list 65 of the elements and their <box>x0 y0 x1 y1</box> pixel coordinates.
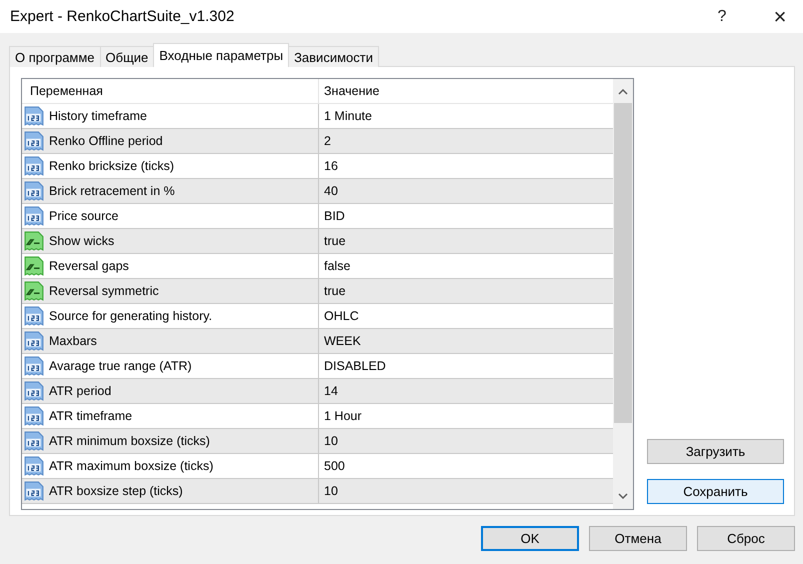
parameter-name: Maxbars <box>49 334 97 348</box>
tab[interactable]: О программе <box>9 46 101 67</box>
parameter-name: Price source <box>49 209 118 223</box>
parameter-name: ATR minimum boxsize (ticks) <box>49 434 210 448</box>
parameter-name: Avarage true range (ATR) <box>49 359 192 373</box>
side-button[interactable]: Сохранить <box>647 479 784 504</box>
parameter-value: 1 Minute <box>324 109 372 123</box>
parameter-value: DISABLED <box>324 359 386 373</box>
parameter-value: true <box>324 284 346 298</box>
column-header: Переменная <box>29 84 104 98</box>
parameter-value: 10 <box>324 484 338 498</box>
parameter-name: Reversal gaps <box>49 259 129 273</box>
parameter-value: 500 <box>324 459 345 473</box>
parameter-value: 40 <box>324 184 338 198</box>
number-type-icon <box>24 481 44 501</box>
number-type-icon <box>24 456 44 476</box>
parameter-value: OHLC <box>324 309 359 323</box>
number-type-icon <box>24 331 44 351</box>
parameter-value: 10 <box>324 434 338 448</box>
parameter-name: History timeframe <box>49 109 147 123</box>
tab[interactable]: Зависимости <box>288 46 379 67</box>
number-type-icon <box>24 206 44 226</box>
tab[interactable]: Общие <box>100 46 154 67</box>
help-button[interactable]: ? <box>699 0 745 33</box>
parameter-name: Source for generating history. <box>49 309 212 323</box>
dialog-button[interactable]: Сброс <box>697 526 795 551</box>
parameter-name: Renko bricksize (ticks) <box>49 159 174 173</box>
parameter-name: ATR maximum boxsize (ticks) <box>49 459 214 473</box>
number-type-icon <box>24 406 44 426</box>
parameter-value: false <box>324 259 350 273</box>
number-type-icon <box>24 431 44 451</box>
dialog-button[interactable]: Отмена <box>589 526 687 551</box>
number-type-icon <box>24 356 44 376</box>
dialog-button[interactable]: OK <box>481 526 579 551</box>
parameter-name: Brick retracement in % <box>49 184 175 198</box>
scroll-thumb[interactable] <box>614 103 632 423</box>
number-type-icon <box>24 156 44 176</box>
boolean-type-icon <box>24 281 44 301</box>
number-type-icon <box>24 131 44 151</box>
number-type-icon <box>24 381 44 401</box>
number-type-icon <box>24 106 44 126</box>
parameter-name: ATR timeframe <box>49 409 132 423</box>
window-title: Expert - RenkoChartSuite_v1.302 <box>9 8 236 25</box>
parameter-value: true <box>324 234 346 248</box>
parameter-name: Show wicks <box>49 234 114 248</box>
parameter-value: 16 <box>324 159 338 173</box>
boolean-type-icon <box>24 256 44 276</box>
parameter-name: ATR period <box>49 384 112 398</box>
number-type-icon <box>24 306 44 326</box>
close-button[interactable]: × <box>757 0 803 33</box>
boolean-type-icon <box>24 231 44 251</box>
scroll-down-icon[interactable] <box>618 493 628 499</box>
parameter-value: 1 Hour <box>324 409 362 423</box>
tab[interactable]: Входные параметры <box>153 43 290 67</box>
parameter-name: ATR boxsize step (ticks) <box>49 484 183 498</box>
parameter-value: WEEK <box>324 334 361 348</box>
parameter-value: 2 <box>324 134 331 148</box>
parameter-value: 14 <box>324 384 338 398</box>
parameter-name: Reversal symmetric <box>49 284 159 298</box>
number-type-icon <box>24 181 44 201</box>
scroll-up-icon[interactable] <box>618 89 628 95</box>
side-button[interactable]: Загрузить <box>647 439 784 464</box>
scrollbar[interactable] <box>613 79 633 509</box>
parameter-name: Renko Offline period <box>49 134 163 148</box>
parameter-value: BID <box>324 209 345 223</box>
